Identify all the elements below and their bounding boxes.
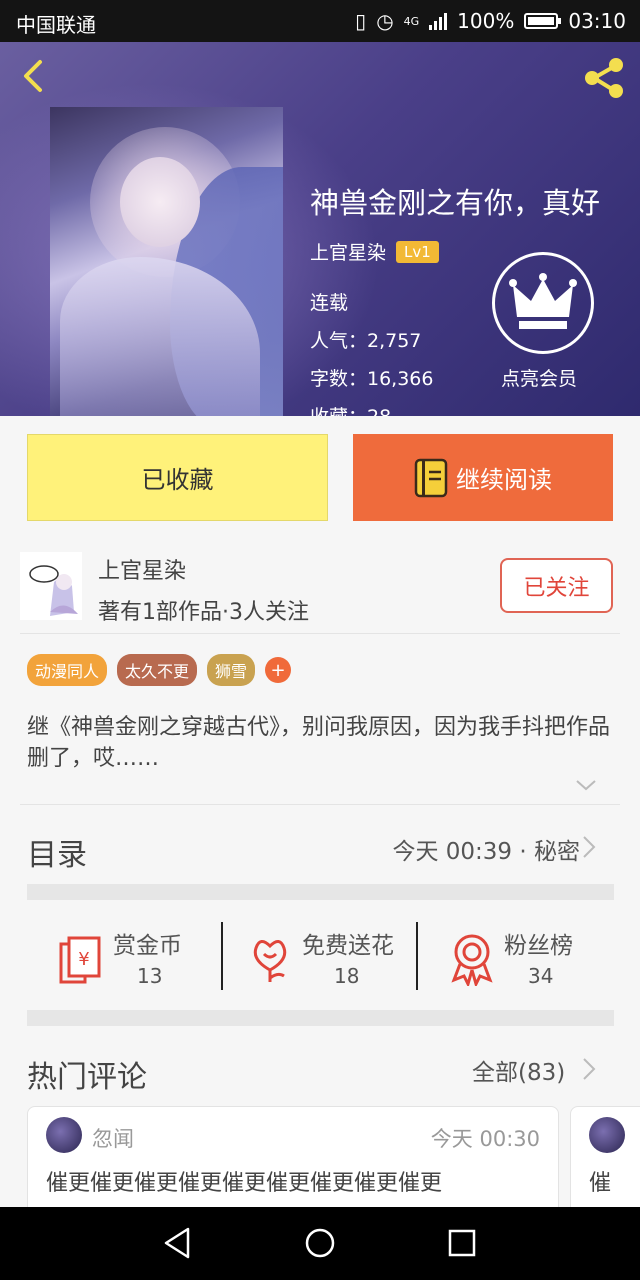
free-flower-count: 18 xyxy=(334,964,360,988)
author-card-stats: 著有1部作品·3人关注 xyxy=(98,600,309,625)
system-nav-bar xyxy=(0,1207,640,1280)
divider xyxy=(416,922,418,990)
avatar-image xyxy=(20,552,82,620)
network-label: 4G xyxy=(403,14,420,28)
popularity-count: 人气：2,757 xyxy=(310,330,422,352)
reward-coin-label: 赏金币 xyxy=(113,933,182,959)
signal-icon xyxy=(429,12,448,30)
tag-item[interactable]: 狮雪 xyxy=(207,654,256,686)
vip-label[interactable]: 点亮会员 xyxy=(501,364,577,391)
back-arrow-icon[interactable] xyxy=(14,56,54,96)
share-icon[interactable] xyxy=(580,54,628,102)
section-separator xyxy=(27,1010,614,1026)
divider xyxy=(221,922,223,990)
hot-comments-title: 热门评论 xyxy=(27,1060,147,1095)
favorites-count: 收藏：28 xyxy=(310,402,391,416)
comment-card[interactable]: 忽闻 今天 00:30 催更催更催更催更催更催更催更催更催更 xyxy=(27,1106,559,1216)
nav-recents-icon[interactable] xyxy=(444,1225,480,1261)
tag-item[interactable]: 动漫同人 xyxy=(27,654,108,686)
collected-button[interactable]: 已收藏 xyxy=(27,434,328,521)
author-card-name[interactable]: 上官星染 xyxy=(98,553,186,585)
comment-text: 催 xyxy=(589,1171,612,1196)
book-header: 神兽金刚之有你，真好 上官星染 Lv1 连载 人气：2,757 字数：16,36… xyxy=(0,42,640,416)
author-name[interactable]: 上官星染 xyxy=(310,238,386,265)
divider xyxy=(20,633,620,634)
section-separator xyxy=(27,884,614,900)
author-line: 上官星染 Lv1 xyxy=(310,238,439,265)
author-avatar[interactable] xyxy=(20,552,82,620)
nav-home-icon[interactable] xyxy=(302,1225,338,1261)
word-count: 字数：16,366 xyxy=(310,368,434,390)
vip-crown-button[interactable] xyxy=(492,252,594,354)
reward-coin-count: 13 xyxy=(137,964,163,988)
clock: 03:10 xyxy=(568,9,626,33)
reward-coin-stat[interactable]: ¥ 赏金币 13 xyxy=(55,920,215,1000)
level-badge: Lv1 xyxy=(396,240,439,263)
status-bar: 中国联通 ▯ ◷ 4G 100% 03:10 xyxy=(0,0,640,42)
fan-ranking-label: 粉丝榜 xyxy=(504,933,573,959)
carrier-label: 中国联通 xyxy=(16,13,96,37)
svg-text:¥: ¥ xyxy=(78,949,89,970)
chevron-right-icon[interactable] xyxy=(582,835,596,859)
book-intro: 继《神兽金刚之穿越古代》，别问我原因，因为我手抖把作品删了，哎…… xyxy=(27,715,611,771)
chevron-right-icon[interactable] xyxy=(582,1057,596,1081)
serial-status: 连载 xyxy=(310,292,349,314)
chevron-down-icon[interactable] xyxy=(574,776,598,794)
comment-card[interactable]: 催 xyxy=(570,1106,640,1216)
tag-list: 动漫同人 太久不更 狮雪 + xyxy=(27,654,292,686)
ribbon-badge-icon xyxy=(451,934,493,986)
divider xyxy=(20,804,620,805)
vibrate-icon: ▯ xyxy=(355,9,367,33)
catalog-title[interactable]: 目录 xyxy=(27,830,87,874)
catalog-latest-chapter[interactable]: 今天 00:39 · 秘密 xyxy=(392,832,580,866)
crown-icon xyxy=(509,273,577,329)
nav-back-icon[interactable] xyxy=(160,1225,196,1261)
fan-ranking-stat[interactable]: 粉丝榜 34 xyxy=(446,920,606,1000)
continue-reading-button[interactable]: 继续阅读 xyxy=(353,434,613,521)
continue-reading-label: 继续阅读 xyxy=(456,466,552,494)
reward-coin-icon: ¥ xyxy=(59,936,101,984)
commenter-avatar[interactable] xyxy=(589,1117,625,1153)
status-icons: ▯ ◷ 4G 100% 03:10 xyxy=(355,9,626,33)
flower-icon xyxy=(253,940,287,982)
book-cover-image[interactable] xyxy=(50,107,283,416)
fan-ranking-count: 34 xyxy=(528,964,554,988)
comment-text: 催更催更催更催更催更催更催更催更催更 xyxy=(46,1171,443,1196)
alarm-icon: ◷ xyxy=(376,9,394,33)
commenter-avatar[interactable] xyxy=(46,1117,82,1153)
free-flower-label: 免费送花 xyxy=(302,933,394,959)
commenter-name[interactable]: 忽闻 xyxy=(92,1123,134,1153)
book-title: 神兽金刚之有你，真好 xyxy=(310,186,601,220)
free-flower-stat[interactable]: 免费送花 18 xyxy=(244,920,414,1000)
battery-percent: 100% xyxy=(457,9,515,33)
all-comments-link[interactable]: 全部(83) xyxy=(472,1053,565,1087)
book-icon xyxy=(414,458,448,497)
battery-icon xyxy=(524,13,562,29)
comment-time: 今天 00:30 xyxy=(430,1127,540,1151)
add-tag-button[interactable]: + xyxy=(265,657,292,683)
tag-item[interactable]: 太久不更 xyxy=(117,654,198,686)
follow-button[interactable]: 已关注 xyxy=(500,558,613,613)
